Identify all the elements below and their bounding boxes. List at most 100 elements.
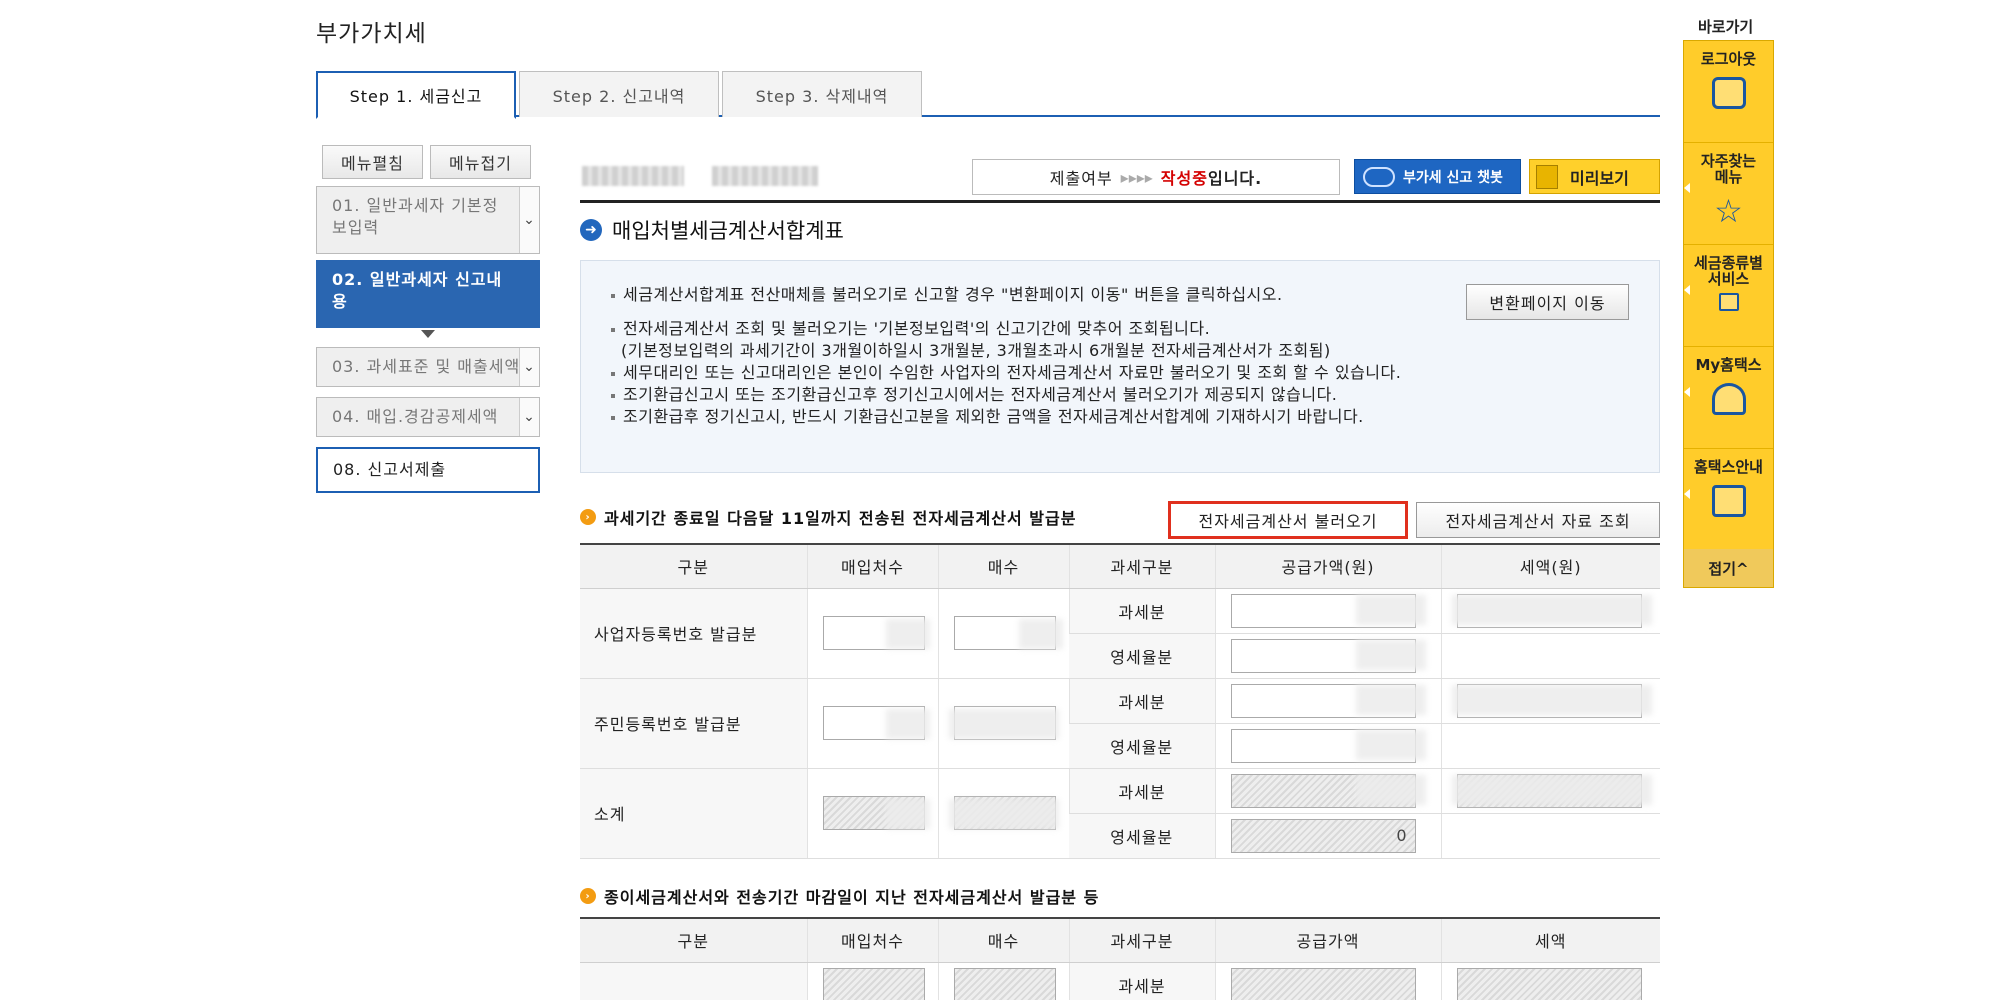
- tab-step2[interactable]: Step 2. 신고내역: [519, 71, 719, 117]
- sidebar-item-label: 01. 일반과세자 기본정보입력: [332, 196, 499, 237]
- fetch-e-invoice-button[interactable]: 전자세금계산서 불러오기: [1168, 501, 1408, 539]
- caret-left-icon: [1684, 489, 1690, 499]
- quick-logout[interactable]: 로그아웃: [1684, 41, 1773, 143]
- caret-left-icon: [1684, 387, 1690, 397]
- unlock-icon: [1711, 77, 1746, 109]
- quick-link-label: 로그아웃: [1700, 50, 1757, 68]
- caret-left-icon: [1684, 183, 1690, 193]
- convert-page-button[interactable]: 변환페이지 이동: [1466, 284, 1629, 320]
- triangle-down-icon: [421, 330, 435, 338]
- notice-line: 세무대리인 또는 신고대리인은 본인이 수임한 사업자의 전자세금계산서 자료만…: [611, 362, 1659, 384]
- document-icon: [1536, 164, 1558, 189]
- tax-category: 과세분: [1068, 678, 1215, 724]
- quick-link-label: My홈택스: [1695, 356, 1762, 374]
- query-e-invoice-button[interactable]: 전자세금계산서 자료 조회: [1416, 502, 1660, 538]
- quick-links-bar: 로그아웃 자주찾는 메뉴 ☆ 세금종류별 서비스 My홈택스 홈택스안내 접기^: [1683, 40, 1774, 588]
- quickbar-collapse-button[interactable]: 접기^: [1684, 549, 1773, 587]
- preview-button[interactable]: 미리보기: [1529, 159, 1660, 194]
- sidebar-item-basic-info[interactable]: 01. 일반과세자 기본정보입력 ⌄: [316, 186, 540, 254]
- redacted-value: [885, 618, 930, 649]
- redacted-value: [1451, 684, 1652, 715]
- redacted-business-number: [712, 166, 818, 186]
- status-prefix: 제출여부: [1049, 169, 1113, 188]
- status-highlight: 작성중: [1160, 169, 1208, 188]
- row-label: 주민등록번호 발급분: [580, 678, 807, 769]
- chevron-down-icon[interactable]: ⌄: [519, 348, 539, 386]
- redacted-value: [948, 798, 1059, 829]
- section-title: ➜ 매입처별세금계산서합계표: [580, 215, 844, 245]
- supply-amount-field: [1230, 967, 1416, 1000]
- quick-hometax-guide[interactable]: 홈택스안내: [1684, 449, 1773, 549]
- step-tabs: Step 1. 세금신고 Step 2. 신고내역 Step 3. 삭제내역: [316, 71, 1660, 119]
- arrow-circle-icon: ›: [580, 509, 596, 525]
- arrows-icon: ▸▸▸▸: [1120, 167, 1153, 187]
- chatbot-label: 부가세 신고 챗봇: [1403, 169, 1503, 186]
- redacted-value: [885, 708, 930, 739]
- table-row: 과세분: [580, 962, 1660, 1000]
- quick-tax-services[interactable]: 세금종류별 서비스: [1684, 245, 1773, 347]
- invoice-summary-table: 구분 매입처수 매수 과세구분 공급가액(원) 세액(원) 사업자등록번호 발급…: [580, 543, 1660, 859]
- invoice-count-field: [953, 967, 1056, 1000]
- quick-link-label: 세금종류별 서비스: [1693, 254, 1763, 288]
- sidebar-item-submit[interactable]: 08. 신고서제출: [316, 447, 540, 493]
- subsection-title-text: 과세기간 종료일 다음달 11일까지 전송된 전자세금계산서 발급분: [604, 509, 1077, 528]
- arrow-circle-icon: ›: [580, 888, 596, 904]
- vat-chatbot-button[interactable]: 부가세 신고 챗봇: [1354, 159, 1521, 194]
- redacted-value: [1018, 618, 1063, 649]
- tax-category: 과세분: [1068, 768, 1215, 814]
- quick-link-label: 자주찾는 메뉴: [1700, 152, 1757, 186]
- divider: [580, 200, 1660, 203]
- menu-expand-button[interactable]: 메뉴펼침: [322, 145, 423, 179]
- column-header: 매수: [937, 918, 1069, 963]
- menu-collapse-button[interactable]: 메뉴접기: [430, 145, 531, 179]
- tax-category: 영세율분: [1069, 633, 1215, 679]
- tax-category: 영세율분: [1069, 813, 1215, 859]
- chevron-down-icon[interactable]: ⌄: [519, 187, 539, 253]
- user-icon: [1711, 383, 1746, 415]
- quick-link-label: 홈택스안내: [1693, 458, 1763, 476]
- quickbar-title: 바로가기: [1698, 18, 1754, 36]
- column-header: 세액: [1440, 918, 1660, 963]
- sidebar-item-label: 04. 매입.경감공제세액: [332, 407, 499, 426]
- caret-left-icon: [1684, 285, 1690, 295]
- subsection-title: › 종이세금계산서와 전송기간 마감일이 지난 전자세금계산서 발급분 등: [580, 884, 1099, 908]
- quick-favorite-menu[interactable]: 자주찾는 메뉴 ☆: [1684, 143, 1773, 245]
- sidebar-item-tax-base[interactable]: 03. 과세표준 및 매출세액 ⌄: [316, 347, 540, 387]
- column-header: 구분: [580, 544, 807, 589]
- paper-invoice-table: 구분 매입처수 매수 과세구분 공급가액 세액 과세분: [580, 917, 1660, 1000]
- table-row: 사업자등록번호 발급분 과세분: [580, 588, 1660, 679]
- redacted-business-name: [582, 166, 684, 186]
- column-header: 매입처수: [806, 918, 938, 963]
- sidebar-item-purchase-deduction[interactable]: 04. 매입.경감공제세액 ⌄: [316, 397, 540, 437]
- row-label: 사업자등록번호 발급분: [580, 588, 807, 679]
- home-icon: [1711, 485, 1746, 517]
- quick-my-hometax[interactable]: My홈택스: [1684, 347, 1773, 449]
- sidebar-item-label: 03. 과세표준 및 매출세액: [332, 357, 521, 376]
- chevron-down-icon[interactable]: ⌄: [519, 398, 539, 436]
- tax-category: 과세분: [1068, 588, 1215, 634]
- table-row: 소계 과세분: [580, 768, 1660, 859]
- tab-step3[interactable]: Step 3. 삭제내역: [722, 71, 922, 117]
- sidebar-item-report-content[interactable]: 02. 일반과세자 신고내용: [316, 260, 540, 328]
- tax-category: 영세율분: [1069, 723, 1215, 769]
- supply-amount-field: 0: [1230, 818, 1416, 853]
- section-title-text: 매입처별세금계산서합계표: [612, 219, 844, 243]
- column-header: 과세구분: [1068, 918, 1215, 963]
- redacted-value: [1355, 774, 1426, 805]
- chatbot-icon: [1363, 166, 1395, 187]
- redacted-value: [1451, 774, 1652, 805]
- row-label: 소계: [580, 768, 807, 859]
- table-row: 주민등록번호 발급분 과세분: [580, 678, 1660, 769]
- notice-line: 조기환급신고시 또는 조기환급신고후 정기신고시에서는 전자세금계산서 불러오기…: [611, 384, 1659, 406]
- column-header: 공급가액: [1214, 918, 1441, 963]
- notice-line: 조기환급후 정기신고시, 반드시 기환급신고분을 제외한 금액을 전자세금계산서…: [611, 406, 1659, 428]
- page-title: 부가가치세: [316, 21, 427, 47]
- tab-step1[interactable]: Step 1. 세금신고: [316, 71, 516, 119]
- sidebar-item-label: 02. 일반과세자 신고내용: [332, 270, 503, 311]
- column-header: 공급가액(원): [1214, 544, 1441, 589]
- column-header: 매입처수: [806, 544, 938, 589]
- subsection-title-text: 종이세금계산서와 전송기간 마감일이 지난 전자세금계산서 발급분 등: [604, 888, 1100, 907]
- column-header: 세액(원): [1440, 544, 1660, 589]
- status-suffix: 입니다.: [1207, 169, 1263, 188]
- column-header: 과세구분: [1068, 544, 1215, 589]
